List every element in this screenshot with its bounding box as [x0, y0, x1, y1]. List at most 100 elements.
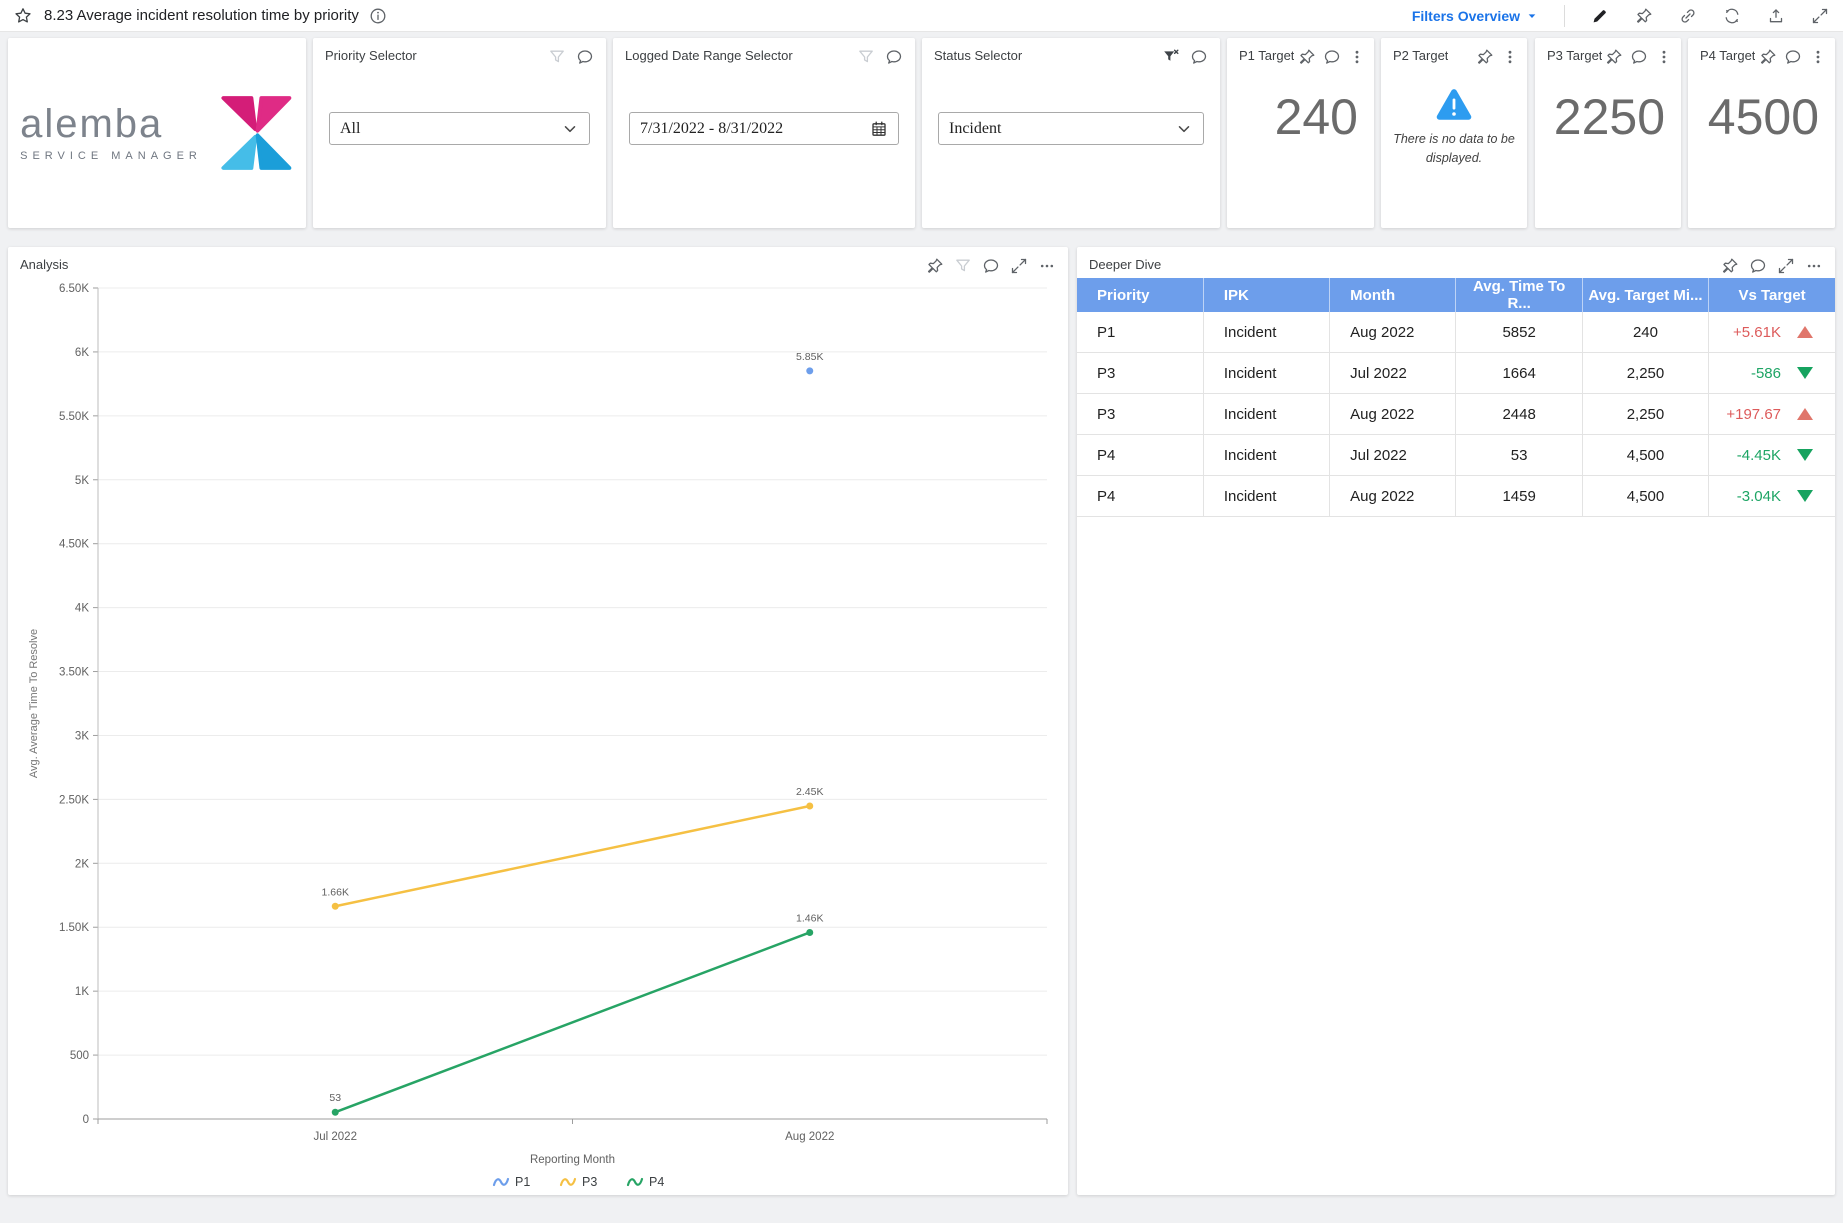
table-cell: Aug 2022: [1330, 312, 1456, 353]
toolbar-divider: [1564, 5, 1565, 27]
column-header[interactable]: IPK: [1203, 278, 1329, 312]
fullscreen-icon[interactable]: [1811, 7, 1829, 25]
y-tick-label: 0: [83, 1114, 89, 1126]
column-header[interactable]: Avg. Time To R...: [1456, 278, 1582, 312]
p3-target-value: 2250: [1535, 92, 1665, 142]
calendar-icon[interactable]: [870, 120, 888, 138]
clear-filter-icon[interactable]: [1162, 48, 1180, 66]
table-row[interactable]: P1IncidentAug 20225852240+5.61K: [1077, 312, 1835, 353]
legend-item-p3[interactable]: P3: [561, 1175, 597, 1189]
status-select[interactable]: Incident: [938, 112, 1204, 145]
trend-down-icon: [1797, 367, 1813, 379]
export-icon[interactable]: [1767, 7, 1785, 25]
pin-icon[interactable]: [1605, 48, 1623, 66]
vs-target-value: -3.04K: [1737, 488, 1781, 505]
y-tick-label: 3.50K: [59, 667, 89, 679]
legend-item-p4[interactable]: P4: [628, 1175, 664, 1189]
kebab-menu-icon[interactable]: [1501, 48, 1519, 66]
comment-icon[interactable]: [1749, 257, 1767, 275]
table-cell: Jul 2022: [1330, 435, 1456, 476]
pin-icon[interactable]: [1759, 48, 1777, 66]
info-icon[interactable]: [369, 7, 387, 25]
x-tick-label: Jul 2022: [314, 1131, 357, 1143]
y-tick-label: 500: [70, 1050, 89, 1062]
table-row[interactable]: P3IncidentAug 202224482,250+197.67: [1077, 394, 1835, 435]
legend-label: P1: [515, 1175, 530, 1189]
table-row[interactable]: P4IncidentJul 2022534,500-4.45K: [1077, 435, 1835, 476]
data-point-p1[interactable]: [806, 367, 813, 374]
kebab-menu-icon[interactable]: [1655, 48, 1673, 66]
comment-icon[interactable]: [885, 48, 903, 66]
series-line-p4: [335, 932, 810, 1112]
y-tick-label: 5.50K: [59, 411, 89, 423]
pin-icon[interactable]: [1635, 7, 1653, 25]
table-cell: P4: [1077, 435, 1203, 476]
y-tick-label: 4.50K: [59, 539, 89, 551]
warning-icon: [1435, 88, 1473, 122]
date-range-input[interactable]: 7/31/2022 - 8/31/2022: [629, 112, 899, 145]
data-label: 1.66K: [322, 886, 349, 898]
pin-icon[interactable]: [1721, 257, 1739, 275]
filters-overview-link[interactable]: Filters Overview: [1412, 8, 1538, 24]
table-cell: Incident: [1203, 394, 1329, 435]
filter-icon[interactable]: [857, 48, 875, 66]
comment-icon[interactable]: [576, 48, 594, 66]
legend-label: P3: [582, 1175, 597, 1189]
comment-icon[interactable]: [1784, 48, 1802, 66]
pin-icon[interactable]: [926, 257, 944, 275]
comment-icon[interactable]: [1323, 48, 1341, 66]
data-point-p4[interactable]: [806, 929, 813, 936]
y-tick-label: 6K: [75, 347, 89, 359]
comment-icon[interactable]: [982, 257, 1000, 275]
data-point-p3[interactable]: [806, 803, 813, 810]
column-header[interactable]: Priority: [1077, 278, 1203, 312]
comment-icon[interactable]: [1190, 48, 1208, 66]
filter-icon[interactable]: [954, 257, 972, 275]
column-header[interactable]: Month: [1330, 278, 1456, 312]
vs-target-cell: +5.61K: [1709, 312, 1835, 353]
expand-icon[interactable]: [1010, 257, 1028, 275]
kebab-menu-icon[interactable]: [1348, 48, 1366, 66]
vs-target-cell: -3.04K: [1709, 476, 1835, 517]
panel-title: P4 Target: [1700, 48, 1755, 63]
alemba-x-logo-icon: [218, 92, 294, 174]
priority-select[interactable]: All: [329, 112, 590, 145]
top-bar: 8.23 Average incident resolution time by…: [0, 0, 1843, 32]
more-menu-icon[interactable]: [1038, 257, 1056, 275]
pin-icon[interactable]: [1476, 48, 1494, 66]
filter-icon[interactable]: [548, 48, 566, 66]
table-row[interactable]: P3IncidentJul 202216642,250-586: [1077, 353, 1835, 394]
table-cell: 2,250: [1582, 394, 1708, 435]
favorite-star-icon[interactable]: [14, 7, 32, 25]
p4-target-panel: P4 Target 4500: [1688, 38, 1835, 228]
y-tick-label: 5K: [75, 475, 89, 487]
data-point-p3[interactable]: [332, 903, 339, 910]
comment-icon[interactable]: [1630, 48, 1648, 66]
legend-item-p1[interactable]: P1: [494, 1175, 530, 1189]
share-link-icon[interactable]: [1679, 7, 1697, 25]
column-header[interactable]: Avg. Target Mi...: [1582, 278, 1708, 312]
data-label: 5.85K: [796, 351, 823, 363]
priority-select-value: All: [340, 120, 561, 138]
data-label: 2.45K: [796, 786, 823, 798]
data-label: 1.46K: [796, 912, 823, 924]
table-row[interactable]: P4IncidentAug 202214594,500-3.04K: [1077, 476, 1835, 517]
vs-target-value: +197.67: [1726, 406, 1781, 423]
pin-icon[interactable]: [1298, 48, 1316, 66]
deeper-dive-panel: Deeper Dive PriorityIPKMonthAvg. Time To…: [1077, 247, 1835, 1195]
kebab-menu-icon[interactable]: [1809, 48, 1827, 66]
expand-icon[interactable]: [1777, 257, 1795, 275]
refresh-icon[interactable]: [1723, 7, 1741, 25]
data-point-p4[interactable]: [332, 1109, 339, 1116]
alemba-logo: alemba SERVICE MANAGER: [20, 104, 202, 162]
column-header[interactable]: Vs Target: [1709, 278, 1835, 312]
panel-title: Priority Selector: [325, 48, 417, 63]
table-cell: Aug 2022: [1330, 476, 1456, 517]
y-tick-label: 4K: [75, 603, 89, 615]
table-cell: P1: [1077, 312, 1203, 353]
edit-pen-icon[interactable]: [1591, 7, 1609, 25]
date-range-value: 7/31/2022 - 8/31/2022: [640, 120, 870, 138]
y-axis-title: Avg. Average Time To Resolve: [28, 629, 40, 778]
table-cell: 5852: [1456, 312, 1582, 353]
more-menu-icon[interactable]: [1805, 257, 1823, 275]
